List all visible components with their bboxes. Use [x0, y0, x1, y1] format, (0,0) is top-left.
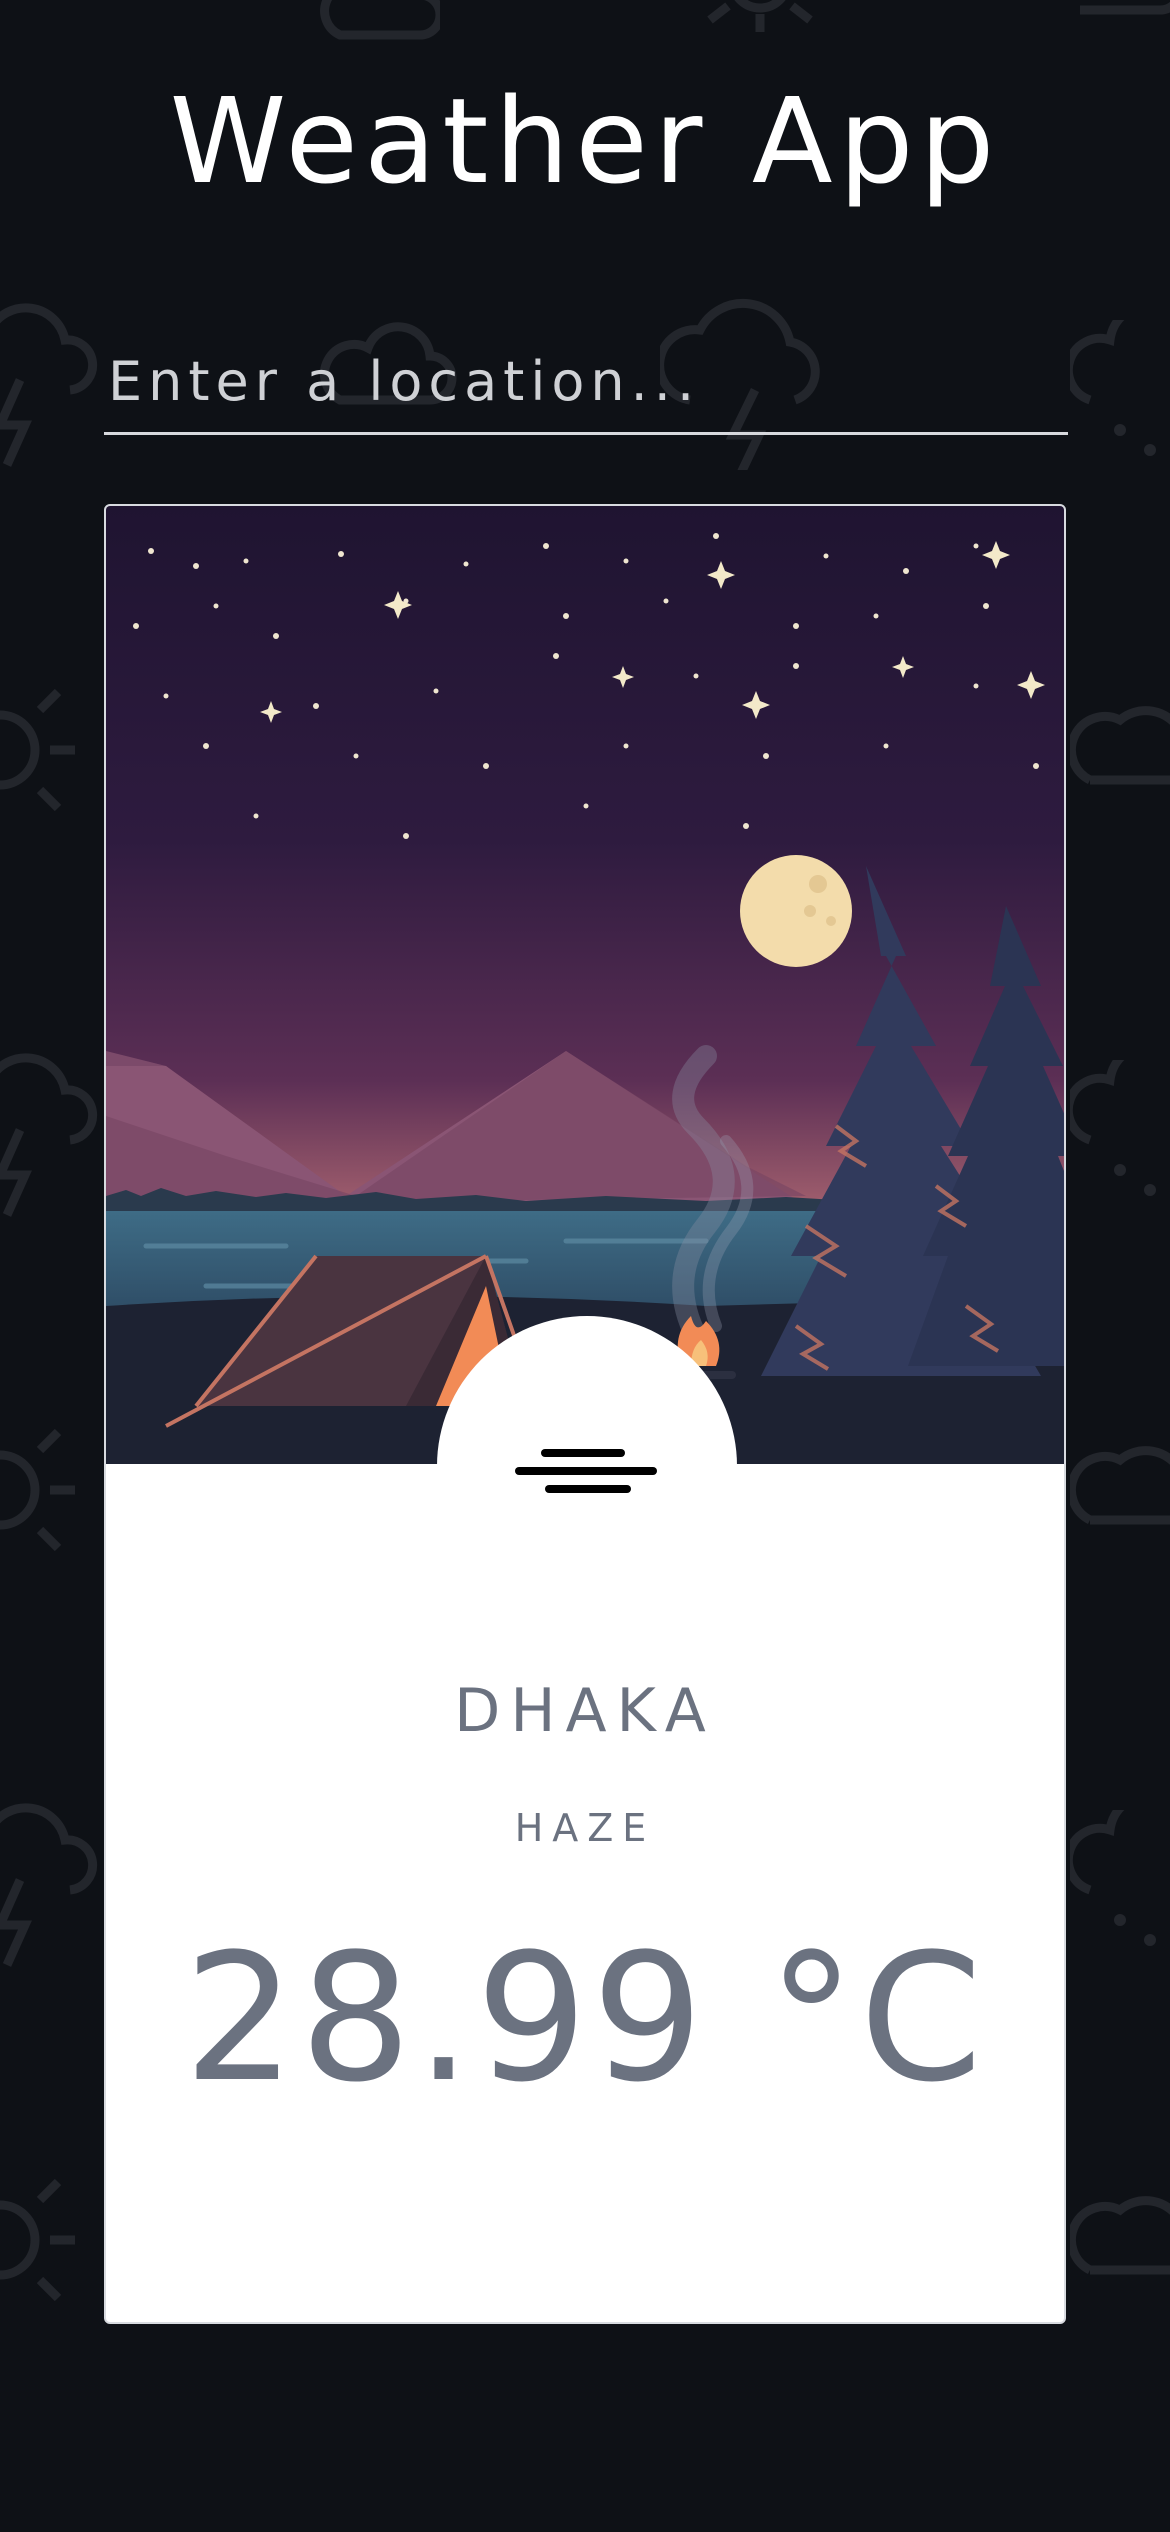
location-input[interactable] [104, 330, 1068, 432]
cloud-icon [1080, 1, 1170, 15]
search-field[interactable] [104, 330, 1068, 435]
sun-icon [0, 2178, 75, 2302]
haze-icon [515, 1449, 657, 1493]
cloud-icon [1070, 1446, 1170, 1525]
weather-card: DHAKA HAZE 28.99 °C [104, 504, 1066, 2324]
cloud-icon [1070, 706, 1170, 785]
sun-icon [0, 688, 75, 812]
storm-icon [0, 303, 98, 467]
storm-icon [0, 1053, 98, 1217]
storm-icon [0, 1803, 98, 1967]
rain-icon [1070, 1810, 1156, 1946]
page-title: Weather App [169, 72, 1001, 210]
cloud-icon [320, 0, 440, 40]
cloud-icon [1070, 2196, 1170, 2275]
city-name: DHAKA [454, 1676, 716, 1746]
sun-icon [707, 0, 813, 32]
rain-icon [1070, 320, 1156, 456]
weather-condition: HAZE [514, 1806, 656, 1850]
temperature-value: 28.99 °C [183, 1916, 987, 2121]
rain-icon [1070, 1060, 1156, 1196]
sun-icon [0, 1428, 75, 1552]
